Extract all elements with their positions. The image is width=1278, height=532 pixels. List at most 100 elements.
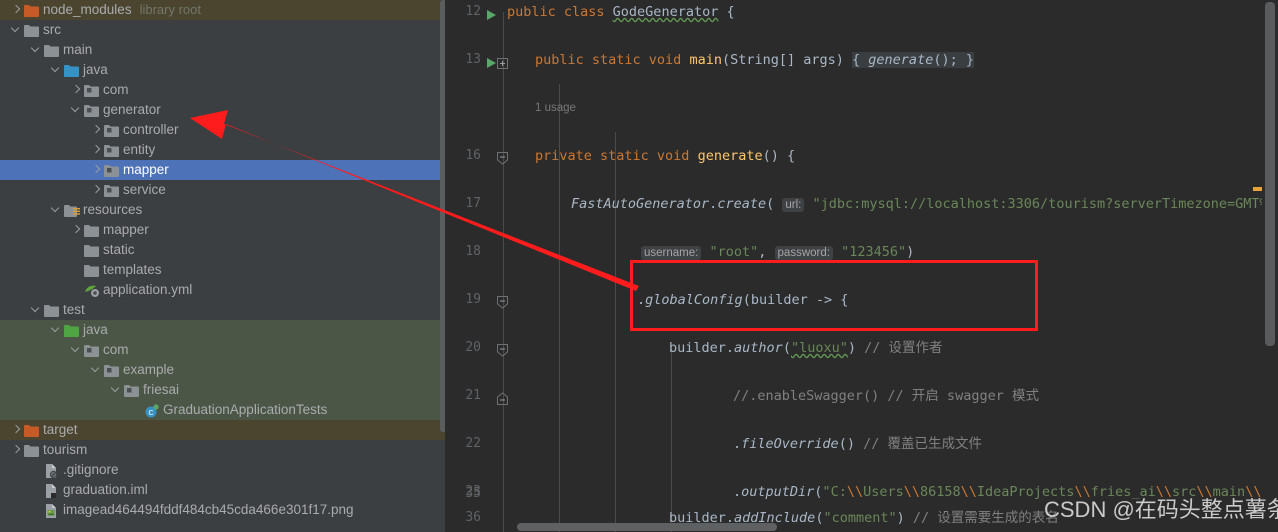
tree-item-static[interactable]: static bbox=[0, 240, 447, 260]
package-icon bbox=[83, 100, 100, 120]
chevron-down-icon[interactable] bbox=[70, 340, 83, 360]
tree-item-label: test bbox=[63, 302, 85, 317]
svg-text:C: C bbox=[148, 410, 153, 417]
editor-vscroll-thumb[interactable] bbox=[1265, 2, 1275, 346]
tree-item-main[interactable]: main bbox=[0, 40, 447, 60]
fold-collapse-icon[interactable] bbox=[497, 150, 510, 165]
test-class-icon: C bbox=[143, 400, 160, 420]
fold-expand-icon[interactable] bbox=[497, 54, 510, 69]
ide-window: node_modules library root src main java com ge… bbox=[0, 0, 1278, 532]
tree-item-java[interactable]: java bbox=[0, 320, 447, 340]
chevron-down-icon[interactable] bbox=[30, 300, 43, 320]
chevron-down-icon[interactable] bbox=[50, 60, 63, 80]
editor-line: 1 usage bbox=[447, 96, 1278, 120]
tree-no-toggle bbox=[70, 260, 83, 280]
iml-file-icon bbox=[43, 480, 60, 500]
tree-item-imagead464494fddf484cb45cda466e301f17-png[interactable]: imagead464494fddf484cb45cda466e301f17.pn… bbox=[0, 500, 447, 520]
tree-item-label: GraduationApplicationTests bbox=[163, 402, 328, 417]
code-text: .fileOverride() // 覆盖已生成文件 bbox=[733, 436, 982, 452]
tree-no-toggle bbox=[30, 460, 43, 480]
usage-hint[interactable]: 1 usage bbox=[535, 96, 576, 120]
package-icon bbox=[103, 160, 120, 180]
chevron-right-icon[interactable] bbox=[10, 0, 23, 20]
tree-item-com[interactable]: com bbox=[0, 340, 447, 360]
tree-item-tourism[interactable]: tourism bbox=[0, 440, 447, 460]
tree-item-resources[interactable]: resources bbox=[0, 200, 447, 220]
package-icon bbox=[83, 340, 100, 360]
chevron-down-icon[interactable] bbox=[50, 320, 63, 340]
tree-item-friesai[interactable]: friesai bbox=[0, 380, 447, 400]
tree-item-label: mapper bbox=[123, 162, 169, 177]
tree-item-label: target bbox=[43, 422, 78, 437]
chevron-right-icon[interactable] bbox=[90, 140, 103, 160]
editor-hscroll-thumb[interactable] bbox=[517, 523, 777, 531]
chevron-down-icon[interactable] bbox=[70, 100, 83, 120]
tree-item-templates[interactable]: templates bbox=[0, 260, 447, 280]
chevron-right-icon[interactable] bbox=[10, 420, 23, 440]
tree-item-label: imagead464494fddf484cb45cda466e301f17.pn… bbox=[63, 502, 354, 517]
tree-item-node-modules[interactable]: node_modules library root bbox=[0, 0, 447, 20]
chevron-right-icon[interactable] bbox=[70, 80, 83, 100]
tree-item-java[interactable]: java bbox=[0, 60, 447, 80]
gitignore-file-icon bbox=[43, 460, 60, 480]
package-icon bbox=[103, 140, 120, 160]
line-number: 16 bbox=[465, 148, 481, 163]
tree-item-generator[interactable]: generator bbox=[0, 100, 447, 120]
tree-item-mapper[interactable]: mapper bbox=[0, 160, 447, 180]
package-icon bbox=[123, 380, 140, 400]
editor-vertical-scrollbar[interactable] bbox=[1262, 0, 1278, 532]
folder-green-icon bbox=[63, 320, 80, 340]
watermark-text: CSDN @在码头整点薯条 bbox=[1044, 497, 1278, 522]
tree-item-graduationapplicationtests[interactable]: C GraduationApplicationTests bbox=[0, 400, 447, 420]
chevron-right-icon[interactable] bbox=[70, 220, 83, 240]
line-number: 17 bbox=[465, 196, 481, 211]
tree-item-graduation-iml[interactable]: graduation.iml bbox=[0, 480, 447, 500]
tree-item-mapper[interactable]: mapper bbox=[0, 220, 447, 240]
tree-item-label: resources bbox=[83, 202, 143, 217]
tree-item-target[interactable]: target bbox=[0, 420, 447, 440]
tree-item-com[interactable]: com bbox=[0, 80, 447, 100]
fold-collapse-icon[interactable] bbox=[497, 342, 510, 357]
tree-no-toggle bbox=[30, 480, 43, 500]
folder-gray-icon bbox=[83, 220, 100, 240]
tree-item-label: templates bbox=[103, 262, 162, 277]
tree-item-src[interactable]: src bbox=[0, 20, 447, 40]
tree-item-application-yml[interactable]: application.yml bbox=[0, 280, 447, 300]
tree-item-controller[interactable]: controller bbox=[0, 120, 447, 140]
editor-warning-marker[interactable] bbox=[1253, 187, 1262, 191]
tree-item-test[interactable]: test bbox=[0, 300, 447, 320]
tree-item-entity[interactable]: entity bbox=[0, 140, 447, 160]
line-number: 13 bbox=[465, 52, 481, 67]
chevron-right-icon[interactable] bbox=[90, 120, 103, 140]
tree-no-toggle bbox=[30, 500, 43, 520]
chevron-down-icon[interactable] bbox=[30, 40, 43, 60]
fold-collapse-icon[interactable] bbox=[497, 294, 510, 309]
chevron-down-icon[interactable] bbox=[110, 380, 123, 400]
fold-end-icon[interactable] bbox=[497, 390, 510, 405]
line-number: 24 bbox=[447, 528, 481, 532]
chevron-right-icon[interactable] bbox=[10, 440, 23, 460]
tree-item-service[interactable]: service bbox=[0, 180, 447, 200]
chevron-down-icon[interactable] bbox=[10, 20, 23, 40]
chevron-right-icon[interactable] bbox=[90, 180, 103, 200]
tree-item-example[interactable]: example bbox=[0, 360, 447, 380]
chevron-down-icon[interactable] bbox=[90, 360, 103, 380]
project-tree-panel[interactable]: node_modules library root src main java com ge… bbox=[0, 0, 447, 532]
tree-item-gitignore[interactable]: .gitignore bbox=[0, 460, 447, 480]
tree-item-label: java bbox=[83, 322, 108, 337]
tree-item-label: service bbox=[123, 182, 166, 197]
run-gutter-icon[interactable] bbox=[485, 6, 497, 20]
chevron-right-icon[interactable] bbox=[90, 160, 103, 180]
chevron-down-icon[interactable] bbox=[50, 200, 63, 220]
run-gutter-icon[interactable] bbox=[485, 54, 497, 68]
line-number: 21 bbox=[465, 388, 481, 403]
